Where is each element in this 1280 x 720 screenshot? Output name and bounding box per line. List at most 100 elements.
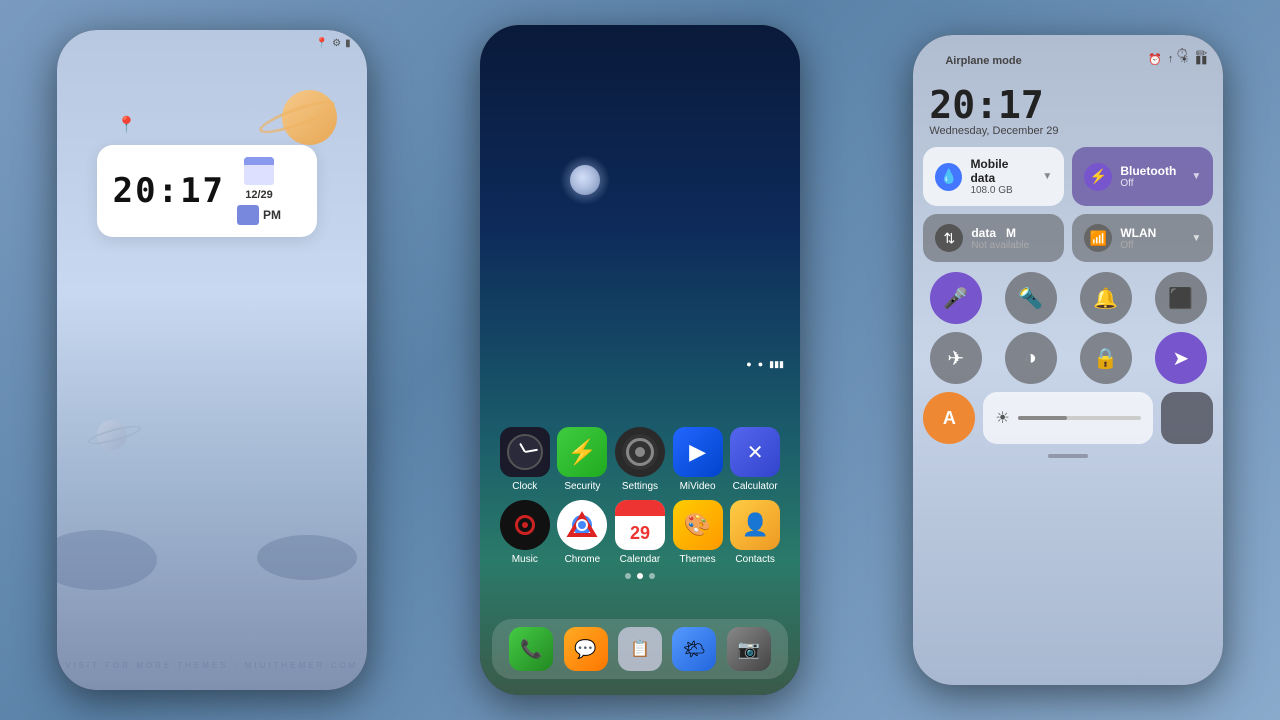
wlan-label: WLAN	[1120, 226, 1156, 240]
mobile-data-unit: GB	[998, 185, 1012, 196]
dock-weather-icon[interactable]: 🌤	[672, 627, 716, 671]
phone-homescreen: ● ● ▮▮▮ 20:17 Wednesday 29/12/21	[480, 25, 800, 695]
edit-icons-top: ⏱ ✏	[1177, 45, 1208, 62]
control-buttons-row2: ✈ ◑ 🔒 ➤	[913, 324, 1223, 384]
clock-face	[507, 434, 543, 470]
calendar-body: 29	[630, 516, 650, 550]
planet-small-decoration	[87, 420, 137, 450]
brightness-control[interactable]: ☀	[983, 392, 1153, 444]
bluetooth-icon: ⚡	[1084, 163, 1112, 191]
data-icon: ⇅	[935, 224, 963, 252]
location-button[interactable]: ➤	[1155, 332, 1207, 384]
accessibility-button[interactable]: A	[923, 392, 975, 444]
status-icon-battery: ▮	[345, 38, 351, 690]
lock-button[interactable]: 🔒	[1080, 332, 1132, 384]
dock-camera-icon[interactable]: 📷	[727, 627, 771, 671]
dark-mode-tile[interactable]	[1161, 392, 1213, 444]
bell-button[interactable]: 🔔	[1080, 272, 1132, 324]
control-center-screen: Airplane mode ⏰ ↑ ☀ ▮▮ 20:17 Wednesday, …	[913, 35, 1223, 685]
cal-body	[244, 165, 274, 185]
mobile-data-num: 108.0	[970, 185, 995, 196]
widget-calendar-icon	[244, 157, 274, 185]
app-mivideo[interactable]: ▶ MiVideo	[670, 427, 726, 492]
mic-button[interactable]: 🎤	[930, 272, 982, 324]
app-calendar[interactable]: 29 Calendar	[612, 500, 668, 565]
themes-icon-container: 🎨	[673, 500, 723, 550]
airplane-mode-label: Airplane mode	[929, 45, 1037, 73]
calendar-header	[615, 500, 665, 516]
bluetooth-tile[interactable]: ⚡ Bluetooth Off ▼	[1072, 147, 1213, 206]
mobile-data-icon: 💧	[935, 163, 962, 191]
page-dot-2	[637, 573, 643, 579]
bottom-control-row: A ☀	[913, 384, 1223, 444]
app-chrome[interactable]: Chrome	[554, 500, 610, 565]
wlan-text: WLAN Off	[1120, 226, 1156, 251]
control-time-display: 20:17	[929, 83, 1207, 127]
app-security[interactable]: ⚡ Security	[554, 427, 610, 492]
clock-icon-container	[500, 427, 550, 477]
dock-notes-icon[interactable]: 📋	[618, 627, 662, 671]
chrome-icon-container	[557, 500, 607, 550]
watermark-text: VISIT FOR MORE THEMES - MIUITHEMER.COM	[57, 661, 367, 670]
contacts-icon-container: 👤	[730, 500, 780, 550]
chrome-svg-icon	[564, 507, 600, 543]
music-disc	[515, 515, 535, 535]
timer-icon[interactable]: ⏱	[1177, 45, 1188, 62]
lockscreen-screen: 📍 ⚙ ▮ 📍 20:17 12/29	[57, 30, 367, 690]
app-music[interactable]: Music	[497, 500, 553, 565]
app-dock: 📞 💬 📋 🌤 📷	[492, 619, 788, 679]
widget-date-section: 12/29 PM	[237, 157, 281, 225]
music-disc-center	[522, 522, 528, 528]
app-label-settings: Settings	[622, 481, 658, 492]
app-contacts[interactable]: 👤 Contacts	[727, 500, 783, 565]
wlan-status: Off	[1120, 240, 1156, 251]
app-label-calculator: Calculator	[733, 481, 778, 492]
control-center-datetime: 20:17 Wednesday, December 29	[913, 79, 1223, 141]
app-clock[interactable]: Clock	[497, 427, 553, 492]
airplane-button[interactable]: ✈	[930, 332, 982, 384]
p2-battery: ▮▮▮	[769, 359, 784, 370]
calendar-date-num: 29	[630, 523, 650, 544]
app-label-contacts: Contacts	[735, 554, 774, 565]
widget-time-display: 20:17	[113, 171, 225, 211]
widget-cal-icon2	[237, 205, 259, 225]
page-indicator	[496, 573, 784, 579]
home-indicator	[1048, 454, 1088, 458]
page-dot-1	[625, 573, 631, 579]
widget-ampm-label: PM	[263, 208, 281, 222]
bluetooth-label: Bluetooth	[1120, 164, 1176, 178]
data-label: data M	[971, 226, 1029, 240]
flashlight-button[interactable]: 🔦	[1005, 272, 1057, 324]
invert-button[interactable]: ◑	[1005, 332, 1057, 384]
data-text: data M Not available	[971, 226, 1029, 251]
p2-status-dot1: ●	[746, 359, 751, 369]
widget-ampm-row: PM	[237, 205, 281, 225]
dock-phone-icon[interactable]: 📞	[509, 627, 553, 671]
mobile-data-tile[interactable]: 💧 Mobile data 108.0 GB ▼	[923, 147, 1064, 206]
time-widget: 20:17 12/29 PM	[97, 145, 317, 237]
app-label-chrome: Chrome	[565, 554, 601, 565]
bluetooth-chevron: ▼	[1191, 171, 1201, 182]
wlan-tile[interactable]: 📶 WLAN Off ▼	[1072, 214, 1213, 262]
dock-message-icon[interactable]: 💬	[564, 627, 608, 671]
app-label-security: Security	[564, 481, 600, 492]
location-pin: 📍	[117, 115, 137, 135]
alarm-icon: ⏰	[1148, 53, 1162, 66]
control-buttons-row1: 🎤 🔦 🔔 ⬛	[913, 262, 1223, 324]
control-date-display: Wednesday, December 29	[929, 125, 1207, 137]
security-icon-container: ⚡	[557, 427, 607, 477]
data-status: Not available	[971, 240, 1029, 251]
music-icon-container	[500, 500, 550, 550]
data-tile[interactable]: ⇅ data M Not available	[923, 214, 1064, 262]
app-settings[interactable]: Settings	[612, 427, 668, 492]
page-dot-3	[649, 573, 655, 579]
mobile-data-chevron: ▼	[1042, 171, 1052, 182]
settings-icon-container	[615, 427, 665, 477]
planet-big-decoration	[267, 90, 337, 145]
app-calculator[interactable]: ✕ Calculator	[727, 427, 783, 492]
nfc-button[interactable]: ⬛	[1155, 272, 1207, 324]
apps-row-1: Clock ⚡ Security Settings	[496, 427, 784, 492]
app-themes[interactable]: 🎨 Themes	[670, 500, 726, 565]
edit-icon[interactable]: ✏	[1196, 45, 1208, 62]
mivideo-icon-container: ▶	[673, 427, 723, 477]
